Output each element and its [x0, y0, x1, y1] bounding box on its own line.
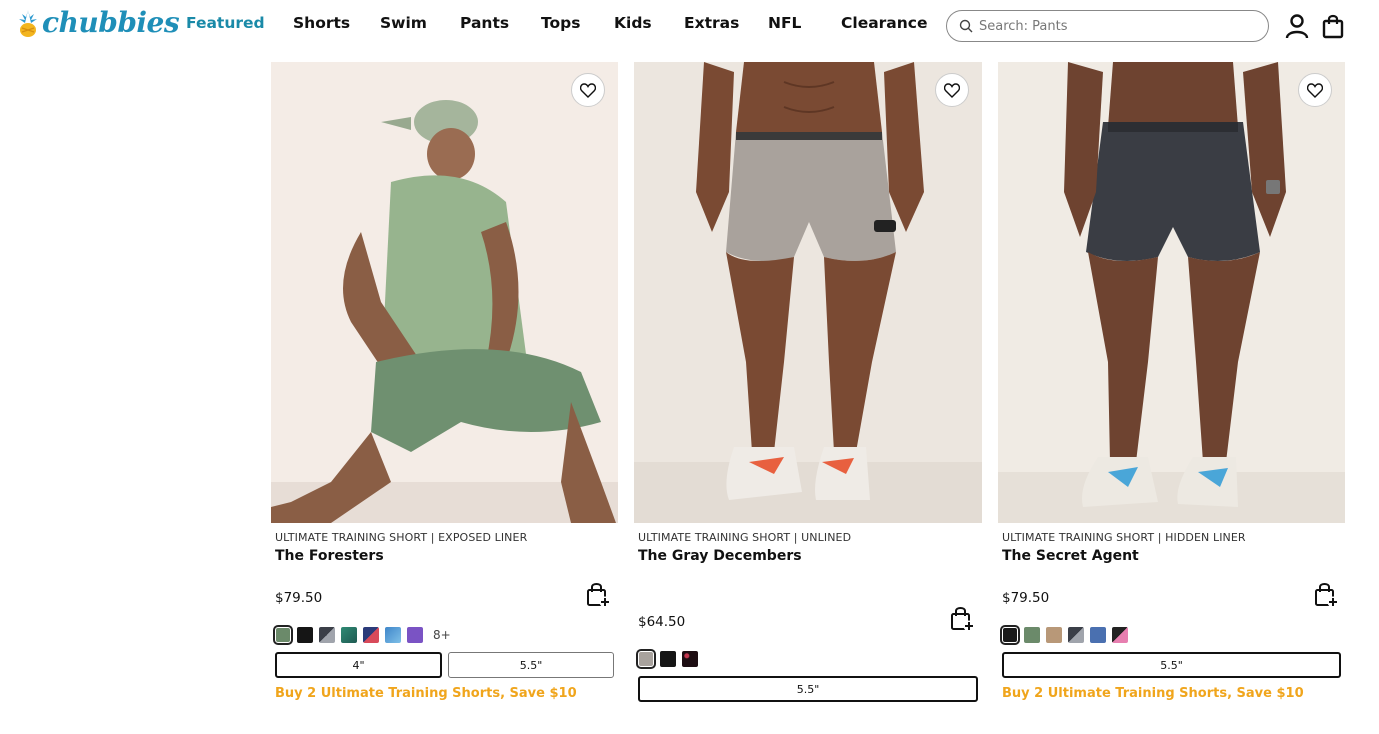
- product-price: $79.50: [275, 590, 323, 606]
- heart-icon: [944, 82, 960, 98]
- color-swatch[interactable]: [385, 627, 401, 643]
- size-options: 5.5": [638, 676, 978, 702]
- color-swatch[interactable]: [636, 649, 656, 669]
- product-image[interactable]: [998, 62, 1345, 523]
- size-options: 4" 5.5": [275, 652, 614, 678]
- color-swatch[interactable]: [1068, 627, 1084, 643]
- nav-clearance[interactable]: Clearance: [841, 14, 931, 32]
- product-subtitle: ULTIMATE TRAINING SHORT | EXPOSED LINER: [275, 531, 528, 544]
- main-nav: Featured Shorts Swim Pants Tops Kids Ext…: [186, 14, 931, 32]
- product-title[interactable]: The Gray Decembers: [638, 548, 802, 564]
- color-swatch[interactable]: [660, 651, 676, 667]
- color-swatches: [636, 649, 698, 669]
- product-subtitle: ULTIMATE TRAINING SHORT | HIDDEN LINER: [1002, 531, 1246, 544]
- color-swatch[interactable]: [1090, 627, 1106, 643]
- add-to-cart-icon[interactable]: [1314, 581, 1340, 609]
- nav-shorts[interactable]: Shorts: [293, 14, 380, 32]
- product-photo-gray-decembers: [634, 62, 982, 523]
- size-option[interactable]: 5.5": [1002, 652, 1341, 678]
- product-title[interactable]: The Secret Agent: [1002, 548, 1139, 564]
- color-swatches: 8+: [273, 625, 451, 645]
- product-card[interactable]: ULTIMATE TRAINING SHORT | UNLINED The Gr…: [634, 62, 982, 702]
- add-to-cart-icon[interactable]: [586, 581, 612, 609]
- color-swatch[interactable]: [341, 627, 357, 643]
- nav-nfl[interactable]: NFL: [768, 14, 841, 32]
- search-box[interactable]: [946, 10, 1269, 42]
- brand-logo[interactable]: chubbies: [16, 6, 180, 39]
- favorite-button[interactable]: [571, 73, 605, 107]
- color-swatch[interactable]: [1000, 625, 1020, 645]
- color-swatch[interactable]: [363, 627, 379, 643]
- favorite-button[interactable]: [935, 73, 969, 107]
- heart-icon: [1307, 82, 1323, 98]
- product-card[interactable]: ULTIMATE TRAINING SHORT | HIDDEN LINER T…: [998, 62, 1346, 701]
- size-option[interactable]: 4": [275, 652, 442, 678]
- product-price: $64.50: [638, 614, 686, 630]
- brand-wordmark: chubbies: [42, 6, 180, 39]
- promo-text[interactable]: Buy 2 Ultimate Training Shorts, Save $10: [275, 686, 577, 701]
- color-swatch[interactable]: [273, 625, 293, 645]
- size-options: 5.5": [1002, 652, 1341, 678]
- account-icon[interactable]: [1284, 13, 1310, 39]
- search-input[interactable]: [979, 18, 1249, 34]
- color-swatch[interactable]: [297, 627, 313, 643]
- nav-featured[interactable]: Featured: [186, 14, 293, 32]
- product-image[interactable]: [271, 62, 618, 523]
- product-card[interactable]: ULTIMATE TRAINING SHORT | EXPOSED LINER …: [271, 62, 619, 701]
- size-option[interactable]: 5.5": [448, 652, 614, 678]
- favorite-button[interactable]: [1298, 73, 1332, 107]
- product-subtitle: ULTIMATE TRAINING SHORT | UNLINED: [638, 531, 852, 544]
- color-swatch[interactable]: [407, 627, 423, 643]
- nav-swim[interactable]: Swim: [380, 14, 460, 32]
- heart-icon: [580, 82, 596, 98]
- color-swatch[interactable]: [1046, 627, 1062, 643]
- add-to-cart-icon[interactable]: [950, 605, 976, 633]
- size-option[interactable]: 5.5": [638, 676, 978, 702]
- nav-extras[interactable]: Extras: [684, 14, 768, 32]
- promo-text[interactable]: Buy 2 Ultimate Training Shorts, Save $10: [1002, 686, 1304, 701]
- pineapple-logo-icon: [19, 9, 37, 37]
- color-swatch[interactable]: [1024, 627, 1040, 643]
- more-colors-count[interactable]: 8+: [433, 628, 451, 642]
- color-swatches: [1000, 625, 1128, 645]
- color-swatch[interactable]: [1112, 627, 1128, 643]
- nav-tops[interactable]: Tops: [541, 14, 614, 32]
- nav-kids[interactable]: Kids: [614, 14, 684, 32]
- product-title[interactable]: The Foresters: [275, 548, 384, 564]
- search-icon: [959, 19, 973, 33]
- product-image[interactable]: [634, 62, 982, 523]
- cart-bag-icon[interactable]: [1321, 13, 1347, 39]
- product-price: $79.50: [1002, 590, 1050, 606]
- color-swatch[interactable]: [682, 651, 698, 667]
- product-photo-secret-agent: [998, 62, 1345, 523]
- product-photo-foresters: [271, 62, 618, 523]
- site-header: chubbies Featured Shorts Swim Pants Tops…: [0, 0, 1379, 52]
- color-swatch[interactable]: [319, 627, 335, 643]
- nav-pants[interactable]: Pants: [460, 14, 541, 32]
